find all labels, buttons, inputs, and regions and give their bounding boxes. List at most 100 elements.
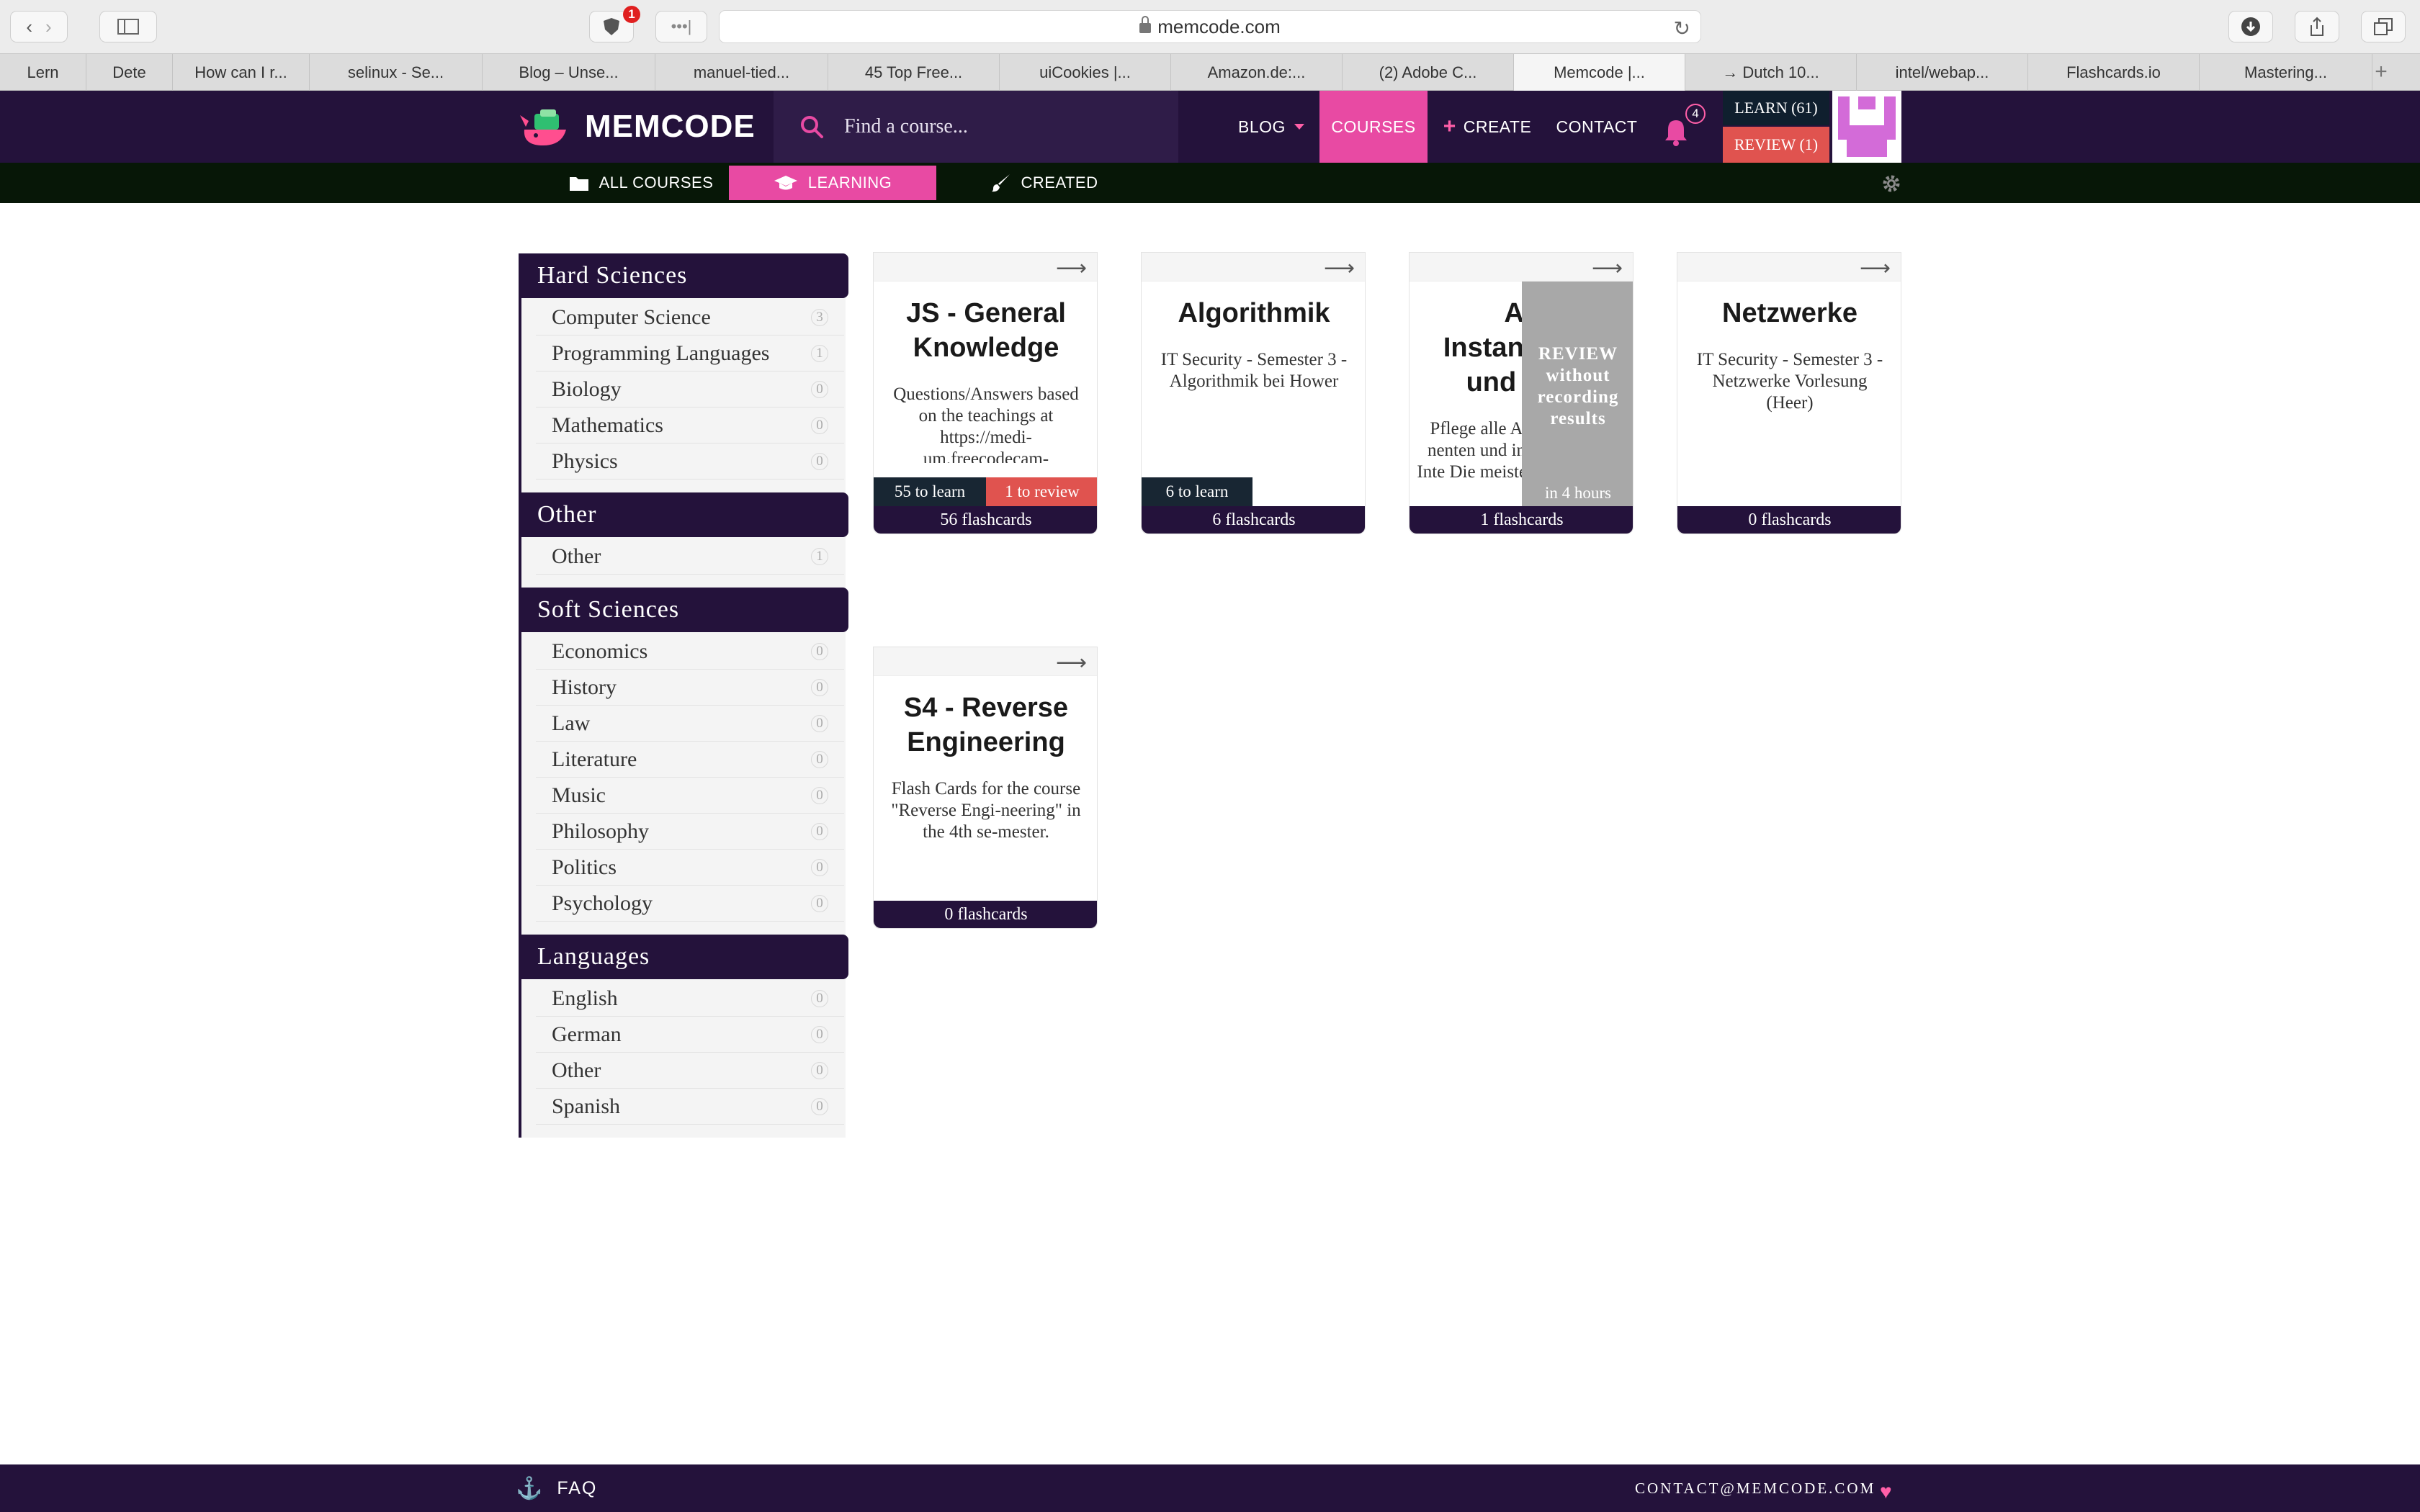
category-label: Music — [552, 783, 606, 807]
arrow-right-icon[interactable]: ⟶ — [1324, 256, 1355, 281]
subnav-created[interactable]: CREATED — [980, 166, 1109, 200]
category-label: English — [552, 986, 618, 1010]
back-forward-buttons[interactable]: ‹ › — [10, 11, 68, 42]
gear-icon[interactable] — [1881, 174, 1901, 194]
contact-email-link[interactable]: CONTACT@MEMCODE.COM — [1635, 1464, 1876, 1512]
category-item[interactable]: Programming Languages 1 — [536, 336, 844, 372]
browser-tab[interactable]: Blog – Unse... — [483, 54, 655, 91]
browser-tab[interactable]: Flashcards.io — [2028, 54, 2200, 91]
review-button[interactable]: REVIEW (1) — [1723, 127, 1829, 163]
learn-button[interactable]: LEARN (61) — [1723, 91, 1829, 125]
category-item[interactable]: Other 1 — [536, 539, 844, 575]
category-item[interactable]: Law 0 — [536, 706, 844, 742]
address-bar[interactable]: memcode.com ↻ — [719, 10, 1701, 43]
category-count: 0 — [811, 453, 828, 470]
browser-tab[interactable]: intel/webap... — [1857, 54, 2028, 91]
arrow-right-icon[interactable]: ⟶ — [1056, 256, 1087, 281]
share-button[interactable] — [2295, 11, 2339, 42]
browser-tab[interactable]: How can I r... — [173, 54, 310, 91]
category-count: 0 — [811, 787, 828, 804]
category-item[interactable]: Biology 0 — [536, 372, 844, 408]
category-item[interactable]: German 0 — [536, 1017, 844, 1053]
subnav-learning-label: LEARNING — [807, 174, 892, 192]
graduation-cap-icon — [774, 176, 797, 190]
category-count: 0 — [811, 715, 828, 732]
category-item[interactable]: Mathematics 0 — [536, 408, 844, 444]
category-item[interactable]: Other 0 — [536, 1053, 844, 1089]
sidebar-toggle-button[interactable] — [99, 11, 157, 42]
reload-icon[interactable]: ↻ — [1674, 17, 1690, 40]
course-card[interactable]: ⟶ JS - General Knowledge Questions/Answe… — [873, 252, 1098, 534]
back-icon[interactable]: ‹ — [26, 16, 32, 38]
notifications-button[interactable]: 4 — [1664, 104, 1706, 147]
category-item[interactable]: English 0 — [536, 981, 844, 1017]
downloads-button[interactable] — [2228, 11, 2273, 42]
browser-tab[interactable]: uiCookies |... — [1000, 54, 1171, 91]
browser-tab[interactable]: manuel-tied... — [655, 54, 828, 91]
browser-tab[interactable]: 45 Top Free... — [828, 54, 1000, 91]
nav-blog[interactable]: BLOG — [1232, 91, 1311, 163]
course-title[interactable]: JS - General Knowledge — [881, 296, 1091, 365]
course-title[interactable]: Algorithmik — [1149, 296, 1359, 330]
arrow-right-icon[interactable]: ⟶ — [1592, 256, 1623, 281]
arrow-right-icon[interactable]: ⟶ — [1056, 650, 1087, 675]
to-learn-badge[interactable]: 6 to learn — [1142, 477, 1252, 506]
browser-tab[interactable]: selinux - Se... — [310, 54, 483, 91]
download-icon — [2241, 17, 2260, 36]
browser-tab[interactable]: Mastering... — [2200, 54, 2372, 91]
browser-tab-active[interactable]: Memcode |... — [1514, 54, 1685, 91]
category-label: Philosophy — [552, 819, 650, 843]
browser-tab[interactable]: → Dutch 10... — [1685, 54, 1857, 91]
category-item[interactable]: Spanish 0 — [536, 1089, 844, 1125]
category-item[interactable]: Physics 0 — [536, 444, 844, 480]
to-review-badge[interactable]: 1 to review — [986, 477, 1097, 506]
category-item[interactable]: Computer Science 3 — [536, 300, 844, 336]
category-label: Spanish — [552, 1094, 621, 1118]
category-item[interactable]: Philosophy 0 — [536, 814, 844, 850]
category-item[interactable]: Music 0 — [536, 778, 844, 814]
to-learn-badge[interactable]: 55 to learn — [874, 477, 986, 506]
nav-courses-label: COURSES — [1331, 117, 1416, 136]
avatar[interactable] — [1832, 91, 1901, 163]
browser-tab[interactable]: Dete — [86, 54, 173, 91]
faq-link[interactable]: ⚓ FAQ — [516, 1464, 597, 1512]
new-tab-button[interactable]: + — [2372, 54, 2390, 90]
course-title[interactable]: Netzwerke — [1685, 296, 1895, 330]
course-description: Pflege alle A nenten und in Inte Die mei… — [1417, 419, 1536, 482]
category-item[interactable]: Politics 0 — [536, 850, 844, 886]
browser-tab[interactable]: Lern — [0, 54, 86, 91]
category-item[interactable]: Literature 0 — [536, 742, 844, 778]
nav-contact[interactable]: CONTACT — [1549, 91, 1645, 163]
category-count: 0 — [811, 1098, 828, 1115]
category-item[interactable]: Economics 0 — [536, 634, 844, 670]
browser-tab[interactable]: Amazon.de:... — [1171, 54, 1343, 91]
course-card[interactable]: ⟶ Algorithmik IT Security - Semester 3 -… — [1141, 252, 1366, 534]
forward-icon[interactable]: › — [45, 16, 52, 38]
category-label: Biology — [552, 377, 622, 401]
more-extensions-button[interactable]: •••| — [655, 11, 707, 42]
tabs-overview-button[interactable] — [2361, 11, 2406, 42]
ublock-extension-button[interactable]: 1 — [589, 6, 640, 42]
subnav-all-courses[interactable]: ALL COURSES — [547, 166, 735, 200]
course-card[interactable]: ⟶ Au Instand und F Pflege alle A nenten … — [1409, 252, 1634, 534]
course-card[interactable]: ⟶ Netzwerke IT Security - Semester 3 - N… — [1677, 252, 1901, 534]
course-card[interactable]: ⟶ S4 - Reverse Engineering Flash Cards f… — [873, 647, 1098, 929]
category-count: 0 — [811, 895, 828, 912]
tabs-icon — [2374, 18, 2393, 35]
nav-create[interactable]: + CREATE — [1433, 91, 1541, 163]
category-item[interactable]: History 0 — [536, 670, 844, 706]
course-title[interactable]: S4 - Reverse Engineering — [881, 690, 1091, 760]
category-group-header: Soft Sciences — [521, 588, 848, 632]
browser-tab[interactable]: (2) Adobe C... — [1343, 54, 1514, 91]
review-without-recording-overlay[interactable]: REVIEW without recording results in 4 ho… — [1522, 282, 1633, 508]
search-input[interactable] — [844, 115, 1147, 138]
nav-courses[interactable]: COURSES — [1319, 91, 1428, 163]
category-item[interactable]: Psychology 0 — [536, 886, 844, 922]
course-search[interactable] — [774, 91, 1178, 163]
arrow-right-icon[interactable]: ⟶ — [1860, 256, 1891, 281]
nav-blog-label: BLOG — [1238, 117, 1286, 136]
site-footer: ⚓ FAQ CONTACT@MEMCODE.COM ♥ — [0, 1464, 2420, 1512]
logo[interactable]: MEMCODE — [519, 105, 756, 148]
subnav-learning[interactable]: LEARNING — [729, 166, 936, 200]
ellipsis-icon: •••| — [671, 17, 692, 35]
